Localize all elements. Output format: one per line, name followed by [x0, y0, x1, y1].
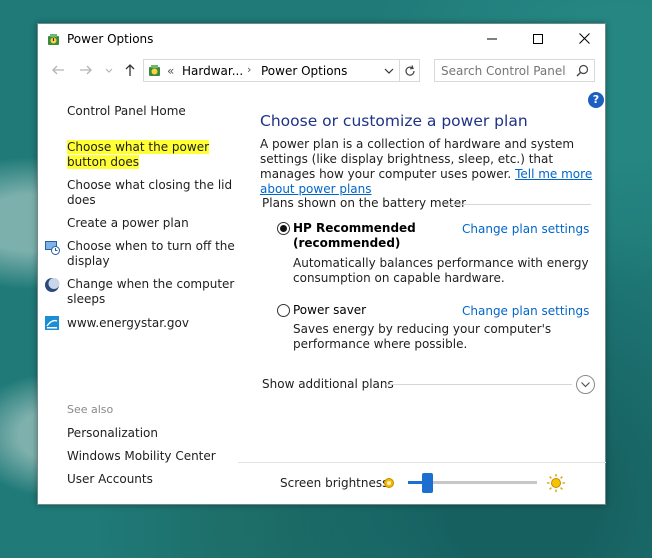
- plan-description-power-saver: Saves energy by reducing your computer's…: [293, 322, 552, 351]
- maximize-button[interactable]: [515, 24, 561, 55]
- sidebar-item-create-plan[interactable]: Create a power plan: [67, 216, 237, 231]
- screen-brightness-label: Screen brightness:: [280, 476, 393, 490]
- plan-name-power-saver[interactable]: Power saver: [293, 303, 366, 318]
- brightness-low-icon: [383, 477, 395, 492]
- breadcrumb-power-options[interactable]: Power Options: [261, 64, 347, 78]
- search-input[interactable]: [435, 60, 565, 81]
- recent-locations-chevron-icon[interactable]: [101, 63, 117, 79]
- breadcrumb-hardware[interactable]: Hardwar...: [182, 64, 243, 78]
- sidebar-item-energystar[interactable]: www.energystar.gov: [67, 316, 237, 331]
- brightness-slider-thumb[interactable]: [422, 473, 434, 493]
- expand-plans-button[interactable]: [576, 375, 595, 394]
- plans-section-title: Plans shown on the battery meter: [262, 196, 467, 210]
- brightness-bar-divider: [238, 462, 606, 463]
- chevron-down-icon: [581, 382, 590, 388]
- breadcrumb-overflow[interactable]: «: [167, 64, 174, 78]
- sidebar-item-sleep[interactable]: Change when the computer sleeps: [67, 277, 237, 307]
- address-bar[interactable]: « Hardwar... › Power Options: [143, 59, 400, 82]
- plan-radio-hp-recommended[interactable]: [277, 222, 290, 235]
- chevron-down-icon: [384, 68, 394, 74]
- sidebar-item-closing-lid[interactable]: Choose what closing the lid does: [67, 178, 237, 208]
- control-panel-icon: [147, 63, 163, 82]
- up-arrow-icon[interactable]: [122, 63, 138, 79]
- navigation-bar: « Hardwar... › Power Options: [38, 55, 605, 87]
- change-plan-settings-link-2[interactable]: Change plan settings: [462, 304, 589, 318]
- close-button[interactable]: [561, 24, 607, 55]
- help-icon[interactable]: ?: [588, 92, 604, 108]
- intro-text: A power plan is a collection of hardware…: [260, 137, 593, 196]
- refresh-icon: [404, 64, 415, 76]
- address-dropdown-button[interactable]: [381, 60, 397, 81]
- see-also-personalization[interactable]: Personalization: [67, 426, 237, 441]
- monitor-clock-icon: [44, 239, 60, 255]
- see-also-user-accounts[interactable]: User Accounts: [67, 472, 237, 487]
- control-panel-home-link[interactable]: Control Panel Home: [67, 104, 237, 119]
- show-additional-plans-label[interactable]: Show additional plans: [262, 377, 394, 391]
- moon-icon: [44, 277, 60, 293]
- title-bar[interactable]: Power Options: [38, 24, 605, 55]
- plan-name-hp-recommended[interactable]: HP Recommended (recommended): [293, 221, 416, 251]
- search-icon[interactable]: [576, 64, 589, 80]
- maximize-icon: [533, 33, 543, 47]
- change-plan-settings-link-1[interactable]: Change plan settings: [462, 222, 589, 236]
- minimize-icon: [487, 33, 497, 47]
- see-also-mobility-center[interactable]: Windows Mobility Center: [67, 449, 237, 464]
- minimize-button[interactable]: [469, 24, 515, 55]
- plan-radio-power-saver[interactable]: [277, 304, 290, 317]
- plan-description-hp-recommended: Automatically balances performance with …: [293, 256, 589, 285]
- breadcrumb-separator[interactable]: ›: [247, 63, 251, 76]
- back-arrow-icon[interactable]: [50, 63, 66, 79]
- section-divider: [445, 204, 591, 205]
- page-title: Choose or customize a power plan: [260, 112, 528, 130]
- energystar-icon: [44, 315, 60, 331]
- show-plans-divider: [386, 384, 572, 385]
- search-box[interactable]: [434, 59, 595, 82]
- window-title: Power Options: [67, 32, 154, 46]
- left-task-pane: Control Panel Home Choose what the power…: [38, 87, 237, 504]
- sidebar-item-power-button[interactable]: Choose what the power button does: [67, 140, 237, 170]
- refresh-button[interactable]: [400, 59, 420, 82]
- forward-arrow-icon[interactable]: [78, 63, 94, 79]
- see-also-heading: See also: [67, 403, 114, 416]
- power-options-window: Power Options « Hardwar... › Power Optio…: [37, 23, 606, 505]
- power-options-icon: [46, 32, 62, 48]
- close-icon: [578, 32, 590, 47]
- brightness-high-icon: [546, 473, 566, 496]
- sidebar-item-turn-off-display[interactable]: Choose when to turn off the display: [67, 239, 237, 269]
